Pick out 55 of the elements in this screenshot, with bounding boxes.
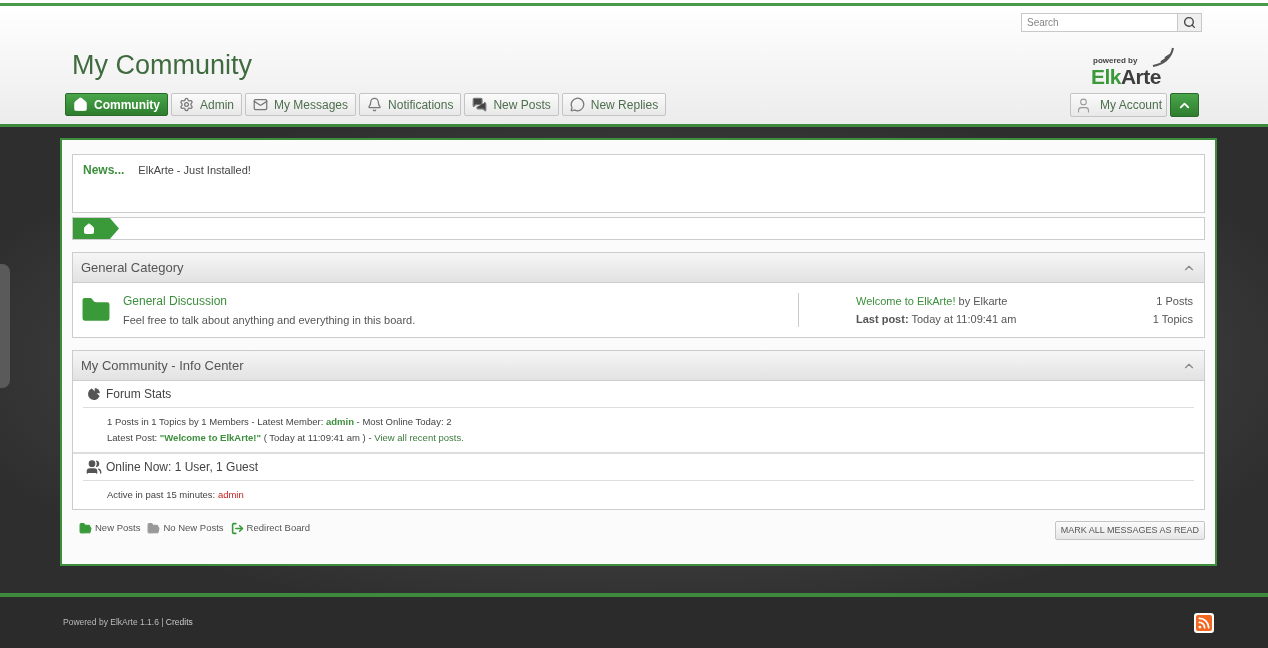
rss-icon[interactable] bbox=[1194, 612, 1214, 633]
bell-icon bbox=[367, 97, 383, 112]
credits-link[interactable]: Credits bbox=[165, 617, 193, 628]
breadcrumb-home[interactable] bbox=[73, 218, 119, 239]
users-icon bbox=[86, 459, 102, 475]
search-button[interactable] bbox=[1178, 13, 1202, 32]
nav-tab[interactable]: My Messages bbox=[245, 93, 357, 116]
last-post-info: Welcome to ElkArte! by Elkarte bbox=[856, 293, 1009, 309]
nav-tab[interactable]: New Posts bbox=[464, 93, 559, 116]
category-title: General Category bbox=[81, 258, 184, 277]
section-title: Forum Stats bbox=[106, 386, 172, 403]
nav-tab[interactable]: New Replies bbox=[561, 93, 667, 116]
home-icon bbox=[73, 97, 88, 112]
folder-icon bbox=[147, 521, 161, 535]
topic-count: 1 Topics bbox=[1152, 312, 1193, 327]
logo-wordmark: ElkArte bbox=[1091, 66, 1161, 88]
nav-tab[interactable]: Notifications bbox=[359, 93, 462, 116]
mark-read-button[interactable]: MARK ALL MESSAGES AS READ bbox=[1054, 521, 1205, 540]
topic-link[interactable]: Welcome to ElkArte! bbox=[856, 294, 956, 307]
info-center-title: My Community - Info Center bbox=[81, 356, 244, 375]
member-link[interactable]: admin bbox=[217, 489, 244, 500]
search-field[interactable]: Search bbox=[1021, 13, 1178, 32]
pie-chart-icon bbox=[86, 386, 102, 402]
link[interactable]: "Welcome to ElkArte!" bbox=[159, 432, 262, 443]
last-post-time: Last post: Today at 11:09:41 am bbox=[856, 312, 1018, 327]
gear-icon bbox=[179, 97, 194, 112]
stats-text: Latest Post: "Welcome to ElkArte!" ( Today at 11:09:41 am ) - View all recent posts. bbox=[107, 431, 465, 444]
news-text: ElkArte - Just Installed! bbox=[138, 163, 251, 178]
folder-icon bbox=[79, 521, 92, 535]
redirect-icon bbox=[230, 521, 244, 535]
account-button[interactable]: My Account bbox=[1069, 93, 1167, 117]
chat-bubble-icon bbox=[569, 97, 585, 112]
link[interactable]: View all recent posts. bbox=[374, 432, 464, 443]
footer-text: Powered by ElkArte 1.1.6 | Credits bbox=[63, 616, 193, 629]
search-icon bbox=[1183, 16, 1196, 29]
envelope-icon bbox=[253, 97, 268, 112]
board-description: Feel free to talk about anything and everything in this board. bbox=[123, 312, 417, 328]
logo-tagline: powered by bbox=[1093, 57, 1138, 65]
post-count: 1 Posts bbox=[1156, 293, 1193, 309]
site-title: My Community bbox=[72, 49, 254, 81]
news-label: News... bbox=[83, 162, 125, 179]
legend-label: New Posts bbox=[95, 521, 141, 535]
legend-label: No New Posts bbox=[163, 521, 224, 535]
nav-tab[interactable]: Admin bbox=[171, 93, 242, 116]
collapse-button[interactable] bbox=[1170, 93, 1199, 117]
section-title: Online Now: 1 User, 1 Guest bbox=[106, 459, 259, 476]
chat-bubbles-icon bbox=[472, 97, 488, 112]
legend-label: Redirect Board bbox=[246, 521, 310, 535]
nav-tab[interactable]: Community bbox=[65, 93, 168, 116]
link[interactable]: admin bbox=[325, 416, 354, 427]
side-handle[interactable] bbox=[0, 264, 10, 388]
home-icon bbox=[83, 222, 95, 235]
stats-text: Active in past 15 minutes: admin bbox=[107, 488, 245, 501]
board-title[interactable]: General Discussion bbox=[123, 291, 798, 310]
stats-text: 1 Posts in 1 Topics by 1 Members - Latest Member: admin - Most Online Today: 2 bbox=[107, 415, 453, 428]
